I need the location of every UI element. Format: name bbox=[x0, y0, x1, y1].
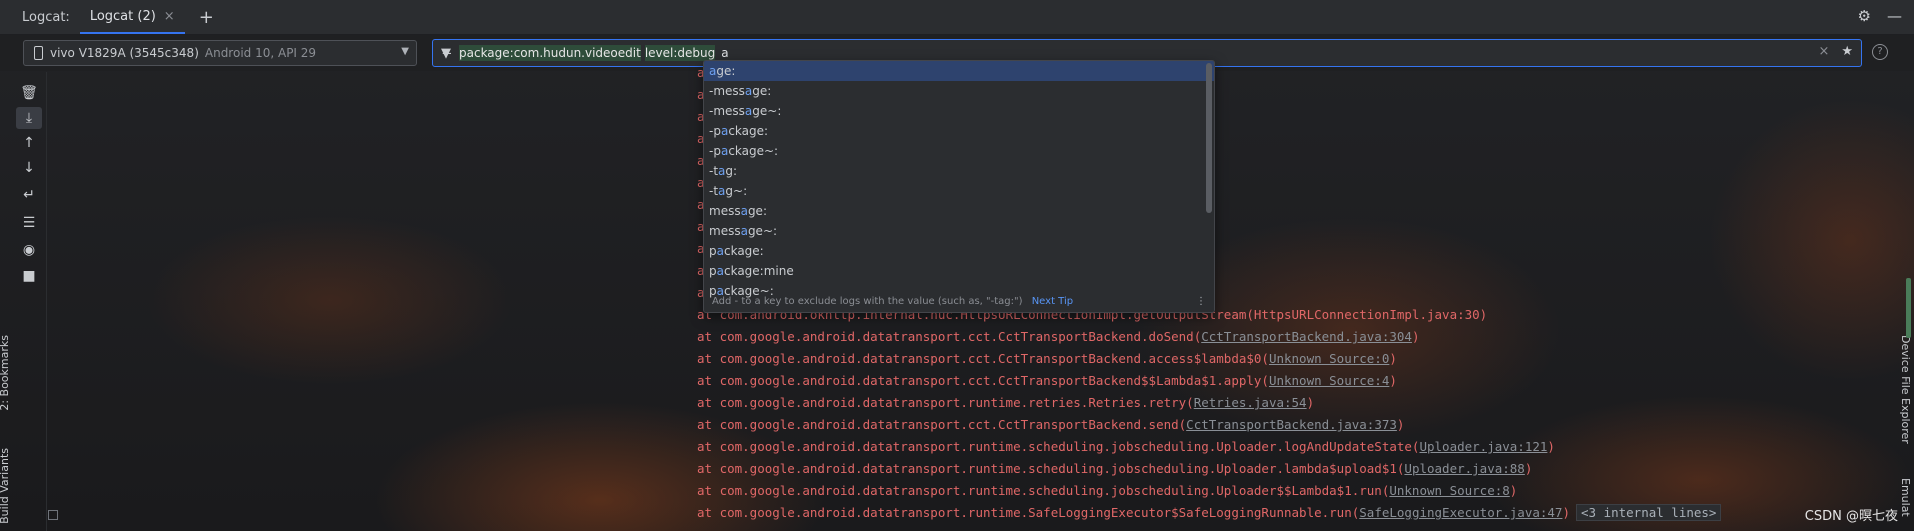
tool-window-title: Logcat: bbox=[22, 9, 70, 25]
popup-footer: Add - to a key to exclude logs with the … bbox=[704, 291, 1214, 312]
expand-icon[interactable] bbox=[48, 510, 58, 520]
source-link[interactable]: Unknown Source:8 bbox=[1389, 483, 1509, 498]
log-text-suffix: ) bbox=[1562, 505, 1570, 520]
log-text-suffix: ) bbox=[1411, 329, 1420, 344]
add-tab-button[interactable]: + bbox=[199, 7, 214, 28]
star-icon[interactable]: ★ bbox=[1841, 44, 1853, 59]
autocomplete-item[interactable]: message: bbox=[704, 201, 1214, 221]
autocomplete-item[interactable]: -message: bbox=[704, 81, 1214, 101]
minimize-icon[interactable]: — bbox=[1887, 7, 1902, 25]
log-text-suffix: ) bbox=[1547, 439, 1555, 454]
log-text: at com.google.android.datatransport.runt… bbox=[697, 483, 1390, 498]
autocomplete-item[interactable]: age: bbox=[704, 61, 1214, 81]
source-link[interactable]: Retries.java:54 bbox=[1194, 395, 1307, 410]
log-text-suffix: ) bbox=[1306, 395, 1315, 410]
log-text: at com.google.android.datatransport.runt… bbox=[697, 395, 1194, 410]
log-line: at com.google.android.datatransport.runt… bbox=[697, 458, 1532, 480]
filter-actions: × ★ bbox=[1818, 44, 1853, 59]
down-arrow-icon[interactable]: ↓ bbox=[16, 157, 42, 179]
tabbar-actions: ⚙ — bbox=[1858, 7, 1902, 25]
source-link[interactable]: Uploader.java:88 bbox=[1404, 461, 1524, 476]
log-line: at com.google.android.datatransport.runt… bbox=[697, 502, 1722, 524]
log-text-suffix: ) bbox=[1509, 483, 1518, 498]
autocomplete-popup: age: -message: -message~: -package: -package… bbox=[703, 60, 1215, 313]
internal-lines-fold[interactable]: <3 internal lines> bbox=[1576, 504, 1722, 521]
settings-sliders-icon[interactable]: ☰ bbox=[16, 212, 42, 234]
log-line: at com.google.android.datatransport.cct.… bbox=[697, 370, 1397, 392]
log-line: at com.google.android.datatransport.cct.… bbox=[697, 414, 1404, 436]
log-text: at com.google.android.datatransport.runt… bbox=[697, 505, 1360, 520]
device-name: vivo V1829A (3545c348) bbox=[50, 46, 199, 60]
filter-token-level: level:debug bbox=[644, 45, 716, 61]
tab-bar: Logcat: Logcat (2) × + ⚙ — bbox=[0, 0, 1914, 35]
scroll-to-end-icon[interactable]: ⤓ bbox=[16, 107, 42, 129]
gear-icon[interactable]: ⚙ bbox=[1858, 7, 1871, 25]
log-text: at com.google.android.datatransport.runt… bbox=[697, 461, 1405, 476]
log-text-suffix: ) bbox=[1396, 417, 1405, 432]
camera-icon[interactable]: ◉ bbox=[16, 239, 42, 261]
log-text: at com.google.android.datatransport.cct.… bbox=[697, 329, 1202, 344]
tip-text: Add - to a key to exclude logs with the … bbox=[712, 296, 1023, 307]
log-line: at com.google.android.datatransport.cct.… bbox=[697, 326, 1419, 348]
filter-typed-text: a bbox=[721, 46, 729, 60]
log-text: at com.google.android.datatransport.cct.… bbox=[697, 417, 1187, 432]
source-link[interactable]: SafeLoggingExecutor.java:47 bbox=[1359, 505, 1562, 520]
trash-icon[interactable]: 🗑 bbox=[16, 82, 42, 104]
chevron-down-icon: ▼ bbox=[401, 46, 409, 57]
tab-device-file-explorer[interactable]: Device File Explorer bbox=[1896, 335, 1912, 444]
autocomplete-item[interactable]: -tag~: bbox=[704, 181, 1214, 201]
log-text: at com.google.android.datatransport.cct.… bbox=[697, 351, 1269, 366]
close-icon[interactable]: × bbox=[164, 9, 175, 24]
soft-wrap-icon[interactable]: ↵ bbox=[16, 184, 42, 206]
log-line: at com.google.android.datatransport.runt… bbox=[697, 392, 1314, 414]
autocomplete-item[interactable]: -tag: bbox=[704, 161, 1214, 181]
device-api: Android 10, API 29 bbox=[204, 46, 317, 60]
scroll-indicator[interactable] bbox=[1906, 278, 1911, 338]
filter-token-package: package:com.hudun.videoedit bbox=[459, 45, 641, 61]
filter-icon[interactable]: ▼̶ bbox=[441, 46, 451, 61]
watermark: CSDN @暝七夜 bbox=[1804, 509, 1898, 524]
phone-icon bbox=[34, 46, 43, 60]
tab-logcat-2[interactable]: Logcat (2) × bbox=[79, 0, 185, 34]
log-text: at com.google.android.datatransport.runt… bbox=[697, 439, 1420, 454]
clear-icon[interactable]: × bbox=[1818, 44, 1829, 59]
log-text: at com.google.android.datatransport.cct.… bbox=[697, 373, 1269, 388]
autocomplete-item[interactable]: package: bbox=[704, 241, 1214, 261]
video-icon[interactable]: ■ bbox=[16, 265, 42, 287]
tab-emulator[interactable]: Emulat bbox=[1896, 478, 1912, 517]
popup-scrollbar[interactable] bbox=[1206, 63, 1212, 213]
autocomplete-list: age: -message: -message~: -package: -package… bbox=[704, 61, 1214, 301]
device-selector[interactable]: vivo V1829A (3545c348) Android 10, API 2… bbox=[23, 40, 417, 66]
source-link[interactable]: Unknown Source:4 bbox=[1269, 373, 1389, 388]
source-link[interactable]: CctTransportBackend.java:373 bbox=[1186, 417, 1397, 432]
log-text-suffix: ) bbox=[1389, 351, 1397, 366]
autocomplete-item[interactable]: package:mine bbox=[704, 261, 1214, 281]
autocomplete-item[interactable]: message~: bbox=[704, 221, 1214, 241]
log-line: at com.google.android.datatransport.runt… bbox=[697, 480, 1517, 502]
source-link[interactable]: CctTransportBackend.java:304 bbox=[1201, 329, 1412, 344]
tab-build-variants[interactable]: Build Variants bbox=[0, 448, 14, 524]
tab-label: Logcat (2) bbox=[89, 8, 156, 24]
help-icon[interactable]: ? bbox=[1872, 44, 1888, 60]
autocomplete-item[interactable]: -message~: bbox=[704, 101, 1214, 121]
log-text-suffix: ) bbox=[1389, 373, 1397, 388]
source-link[interactable]: Uploader.java:121 bbox=[1419, 439, 1547, 454]
log-line: at com.google.android.datatransport.runt… bbox=[697, 436, 1555, 458]
log-line: at com.google.android.datatransport.cct.… bbox=[697, 348, 1397, 370]
more-icon[interactable]: ⋮ bbox=[1196, 291, 1206, 312]
autocomplete-item[interactable]: -package: bbox=[704, 121, 1214, 141]
source-link[interactable]: Unknown Source:0 bbox=[1269, 351, 1389, 366]
next-tip-link[interactable]: Next Tip bbox=[1032, 296, 1073, 307]
tab-bookmarks[interactable]: 2: Bookmarks bbox=[0, 335, 14, 411]
up-arrow-icon[interactable]: ↑ bbox=[16, 132, 42, 154]
log-text-suffix: ) bbox=[1524, 461, 1533, 476]
autocomplete-item[interactable]: -package~: bbox=[704, 141, 1214, 161]
